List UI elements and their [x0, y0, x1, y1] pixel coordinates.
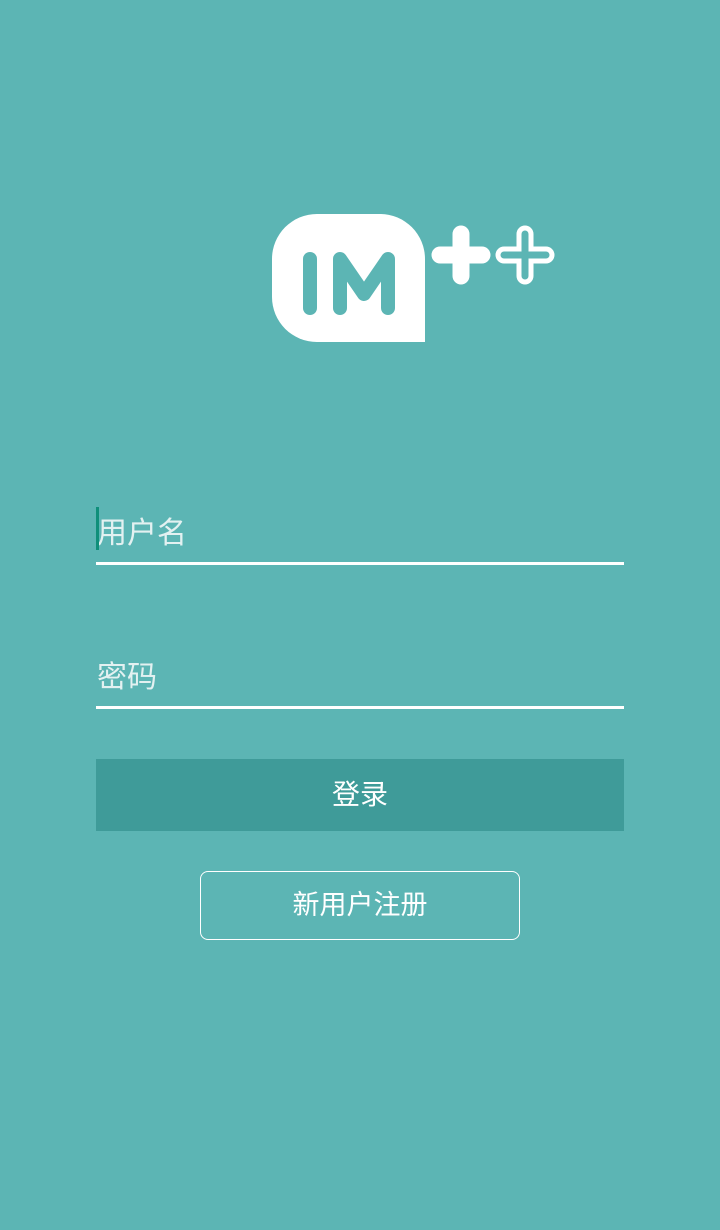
- username-input[interactable]: [96, 505, 624, 562]
- text-cursor: [96, 507, 99, 550]
- password-input[interactable]: [96, 649, 624, 706]
- register-button[interactable]: 新用户注册: [200, 871, 520, 940]
- login-button[interactable]: 登录: [96, 759, 624, 831]
- username-field[interactable]: [96, 505, 624, 565]
- im-plus-plus-logo-icon: [272, 214, 558, 344]
- password-field[interactable]: [96, 649, 624, 709]
